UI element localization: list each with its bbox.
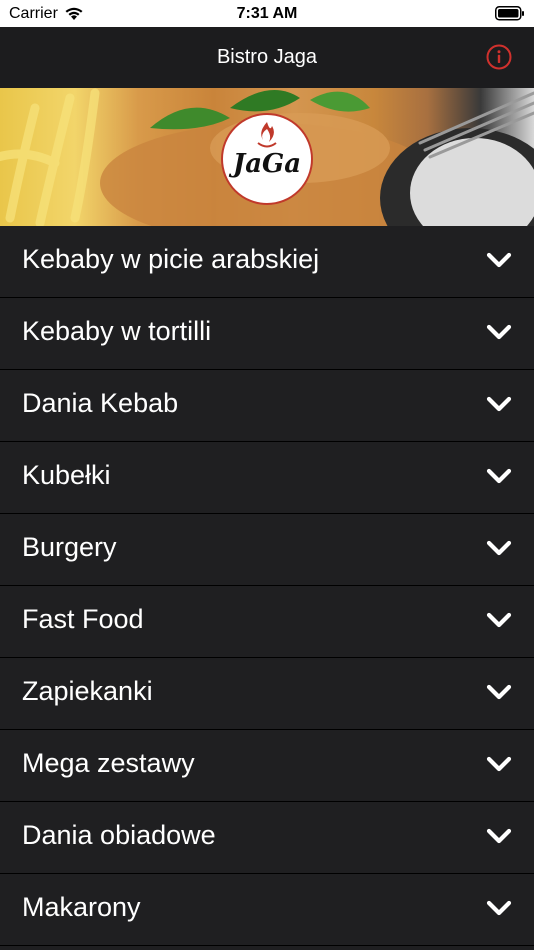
category-label: Zapiekanki bbox=[22, 676, 153, 706]
chevron-down-icon[interactable] bbox=[486, 755, 512, 775]
chevron-down-icon[interactable] bbox=[486, 467, 512, 487]
category-row[interactable]: Zapiekanki bbox=[0, 658, 534, 730]
category-row[interactable]: Dania Kebab bbox=[0, 370, 534, 442]
logo-text: JaGa bbox=[228, 149, 301, 179]
category-label: Dania Kebab bbox=[22, 388, 179, 418]
category-row[interactable]: Kebaby w tortilli bbox=[0, 298, 534, 370]
status-bar: Carrier 7:31 AM bbox=[0, 0, 534, 27]
category-row[interactable]: Burgery bbox=[0, 514, 534, 586]
chevron-down-icon[interactable] bbox=[486, 827, 512, 847]
category-row[interactable]: Makarony bbox=[0, 874, 534, 946]
category-row[interactable]: Kebaby w picie arabskiej bbox=[0, 226, 534, 298]
navigation-bar: Bistro Jaga bbox=[0, 27, 534, 88]
category-label: Kebaby w tortilli bbox=[22, 316, 212, 346]
category-label: Fast Food bbox=[22, 604, 144, 634]
category-row[interactable]: Fast Food bbox=[0, 586, 534, 658]
jaga-logo: JaGa bbox=[221, 113, 313, 205]
chevron-down-icon[interactable] bbox=[486, 539, 512, 559]
chevron-down-icon[interactable] bbox=[486, 395, 512, 415]
status-time: 7:31 AM bbox=[236, 5, 298, 22]
chevron-down-icon[interactable] bbox=[486, 323, 512, 343]
category-label: Burgery bbox=[22, 532, 117, 562]
chevron-down-icon[interactable] bbox=[486, 611, 512, 631]
page-title: Bistro Jaga bbox=[216, 46, 318, 68]
category-row[interactable]: Kubełki bbox=[0, 442, 534, 514]
header-banner-image: JaGa bbox=[0, 88, 534, 226]
battery-icon bbox=[495, 6, 524, 21]
chevron-down-icon[interactable] bbox=[486, 899, 512, 919]
category-list: Kebaby w picie arabskiej Kebaby w tortil… bbox=[0, 226, 534, 946]
category-label: Dania obiadowe bbox=[22, 820, 216, 850]
category-label: Mega zestawy bbox=[22, 748, 195, 778]
category-row[interactable]: Mega zestawy bbox=[0, 730, 534, 802]
category-label: Kubełki bbox=[22, 460, 111, 490]
chevron-down-icon[interactable] bbox=[486, 251, 512, 271]
chevron-down-icon[interactable] bbox=[486, 683, 512, 703]
category-label: Makarony bbox=[22, 892, 141, 922]
category-label: Kebaby w picie arabskiej bbox=[22, 244, 320, 274]
info-icon[interactable] bbox=[486, 44, 512, 70]
category-row[interactable]: Dania obiadowe bbox=[0, 802, 534, 874]
